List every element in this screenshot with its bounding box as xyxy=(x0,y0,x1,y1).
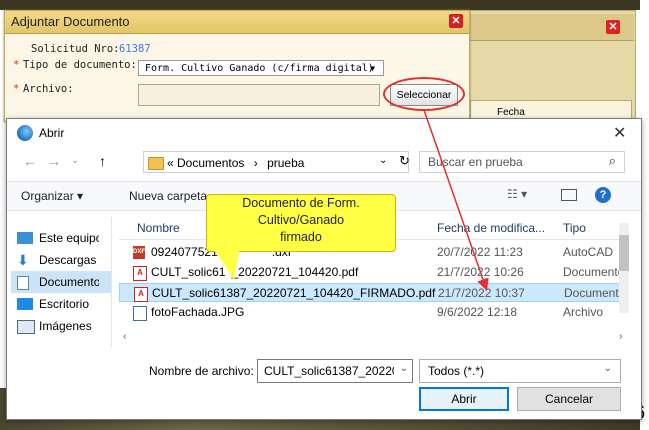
column-header-fecha[interactable]: Fecha de modifica... xyxy=(437,221,545,235)
preview-pane-icon[interactable] xyxy=(561,189,577,201)
close-icon[interactable]: ✕ xyxy=(613,123,626,143)
column-header-nombre[interactable]: Nombre xyxy=(137,221,180,235)
solicitud-value: 61387 xyxy=(119,43,151,55)
file-type: Documento xyxy=(564,286,622,300)
nueva-carpeta-button[interactable]: Nueva carpeta xyxy=(129,189,207,203)
help-icon[interactable]: ? xyxy=(595,187,611,203)
nav-label: Imágenes xyxy=(39,319,92,333)
forward-arrow-icon[interactable]: → xyxy=(47,153,61,169)
fecha-header: Fecha xyxy=(497,107,525,118)
file-type: Documento xyxy=(563,265,621,279)
file-name-end: _20220721_104420.pdf xyxy=(231,265,359,279)
background-close-icon[interactable]: ✕ xyxy=(606,20,620,34)
breadcrumb-prueba[interactable]: prueba xyxy=(267,156,304,170)
nav-label: Descargas xyxy=(39,253,97,267)
organizar-menu[interactable]: Organizar ▾ xyxy=(21,189,83,203)
chevron-down-icon: ⌄ xyxy=(603,363,612,374)
up-arrow-icon[interactable]: ↑ xyxy=(99,153,106,169)
abrir-title: Abrir xyxy=(39,126,65,140)
address-dropdown-icon[interactable]: ⌄ xyxy=(379,155,387,166)
download-icon: ⬇ xyxy=(17,252,29,268)
nav-item-documentos[interactable]: Documentos xyxy=(11,271,111,293)
filename-input[interactable]: CULT_solic61387_202207 ⌄ xyxy=(257,359,413,383)
file-name: CULT_solic61387_20220721_104420_FIRMADO.… xyxy=(152,286,436,300)
nav-item-descargas[interactable]: ⬇ Descargas xyxy=(11,249,111,271)
annotation-callout: Documento de Form. Cultivo/Ganado firmad… xyxy=(206,194,396,252)
nav-label: Escritorio xyxy=(39,297,90,311)
filename-label: Nombre de archivo: xyxy=(149,364,254,378)
file-row[interactable]: fotoFachada.JPG 9/6/2022 12:18 Archivo xyxy=(119,303,623,322)
adjuntar-title: Adjuntar Documento xyxy=(11,14,130,29)
desktop-background-top xyxy=(0,0,640,10)
navigation-pane: Este equipo ⬇ Descargas Documentos Escri… xyxy=(11,217,112,347)
tipo-documento-select[interactable]: Form. Cultivo Ganado (c/firma digital) ▼ xyxy=(138,60,384,76)
abrir-titlebar: Abrir ✕ xyxy=(7,119,641,147)
nav-label: Este equipo xyxy=(39,231,99,245)
file-type: Archivo xyxy=(563,305,604,319)
callout-pointer xyxy=(212,246,240,280)
callout-line: Cultivo/Ganado xyxy=(257,213,345,227)
recent-chevron-icon[interactable]: ⌄ xyxy=(71,155,79,166)
tipo-documento-value: Form. Cultivo Ganado (c/firma digital) xyxy=(145,63,374,74)
scroll-right-icon[interactable]: › xyxy=(619,331,622,342)
filetype-value: Todos (*.*) xyxy=(428,364,485,378)
archivo-field[interactable] xyxy=(138,84,380,106)
abrir-button[interactable]: Abrir xyxy=(419,387,509,411)
pdf-file-icon: A xyxy=(134,287,148,302)
folder-icon xyxy=(148,157,164,170)
back-arrow-icon[interactable]: ← xyxy=(23,153,37,169)
search-icon: ⌕ xyxy=(608,153,616,168)
file-type: AutoCAD xyxy=(563,245,614,259)
file-row-selected[interactable]: A CULT_solic61387_20220721_104420_FIRMAD… xyxy=(119,283,623,302)
solicitud-label: Solicitud Nro: xyxy=(31,43,120,55)
breadcrumb-documentos[interactable]: « Documentos xyxy=(167,156,244,170)
tipo-required-marker: * xyxy=(13,59,20,71)
archivo-label: Archivo: xyxy=(23,83,74,95)
scrollbar-thumb[interactable] xyxy=(619,235,629,271)
file-date: 21/7/2022 10:26 xyxy=(437,265,524,279)
file-row[interactable]: A CULT_solic61 _20220721_104420.pdf 21/7/… xyxy=(119,263,623,282)
callout-line: firmado xyxy=(280,230,322,244)
refresh-icon[interactable]: ↻ xyxy=(399,153,410,169)
nav-item-escritorio[interactable]: Escritorio xyxy=(11,293,111,315)
chevron-down-icon[interactable]: ⌄ xyxy=(400,363,408,374)
dxf-file-icon: DXF xyxy=(133,246,145,259)
adjuntar-titlebar: Adjuntar Documento ✕ xyxy=(5,11,469,34)
computer-icon xyxy=(17,232,33,244)
filename-value: CULT_solic61387_202207 xyxy=(264,364,394,378)
document-icon xyxy=(17,276,29,290)
callout-line: Documento de Form. xyxy=(242,196,360,210)
adjuntar-close-icon[interactable]: ✕ xyxy=(449,14,463,28)
image-file-icon xyxy=(133,306,147,321)
breadcrumb: « Documentos › prueba xyxy=(167,156,304,170)
pdf-file-icon: A xyxy=(133,266,147,281)
breadcrumb-separator: › xyxy=(253,156,258,170)
abrir-dialog: Abrir ✕ ← → ⌄ ↑ « Documentos › prueba ⌄ … xyxy=(6,118,642,420)
archivo-required-marker: * xyxy=(13,83,20,95)
file-name: fotoFachada.JPG xyxy=(151,305,245,319)
browser-icon xyxy=(17,125,33,141)
cancelar-button[interactable]: Cancelar xyxy=(517,387,621,411)
desktop-icon xyxy=(17,298,33,310)
view-options-icon[interactable]: ☷ ▾ xyxy=(507,187,527,201)
nav-item-imagenes[interactable]: Imágenes xyxy=(11,315,111,337)
file-date: 9/6/2022 12:18 xyxy=(437,305,518,319)
tipo-documento-label: Tipo de documento: xyxy=(23,59,137,71)
file-name: CULT_solic61 _20220721_104420.pdf xyxy=(151,263,358,282)
search-input[interactable]: Buscar en prueba xyxy=(428,155,523,169)
file-date: 21/7/2022 10:37 xyxy=(438,286,525,300)
column-header-tipo[interactable]: Tipo xyxy=(563,221,586,235)
file-date: 20/7/2022 11:23 xyxy=(437,245,523,259)
scroll-left-icon[interactable]: ‹ xyxy=(123,331,126,342)
nav-item-este-equipo[interactable]: Este equipo xyxy=(11,227,111,249)
nav-label: Documentos xyxy=(39,275,99,289)
search-box[interactable]: Buscar en prueba ⌕ xyxy=(419,151,625,173)
chevron-down-icon: ▼ xyxy=(370,64,375,73)
filetype-select[interactable]: Todos (*.*) ⌄ xyxy=(419,359,621,383)
highlight-ellipse xyxy=(383,77,465,111)
image-icon xyxy=(17,320,35,334)
